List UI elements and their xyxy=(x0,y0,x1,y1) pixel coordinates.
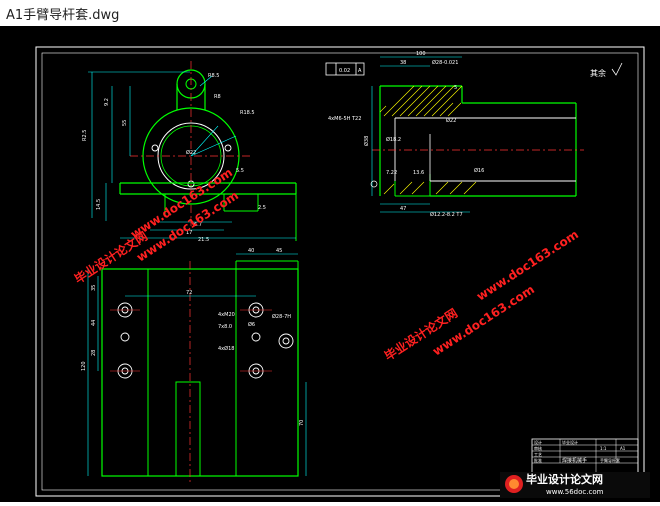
svg-text:Ø6: Ø6 xyxy=(248,321,255,328)
svg-text:47: 47 xyxy=(400,206,406,212)
svg-text:设计: 设计 xyxy=(534,439,542,445)
dwg-viewer-canvas[interactable]: R2.5 9.2 55 14.5 R8.5 R8 R18.5 Ø22 5.5 2… xyxy=(0,26,660,502)
svg-text:Ø22: Ø22 xyxy=(186,149,196,156)
svg-text:工艺: 工艺 xyxy=(534,452,542,457)
svg-text:A1: A1 xyxy=(620,446,626,451)
svg-text:70: 70 xyxy=(299,420,305,426)
svg-text:5: 5 xyxy=(454,85,457,91)
svg-text:Ø28-7H: Ø28-7H xyxy=(272,313,291,320)
svg-text:0.02: 0.02 xyxy=(339,68,350,74)
svg-text:44: 44 xyxy=(91,320,97,326)
svg-text:审核: 审核 xyxy=(534,445,542,451)
top-view: R2.5 9.2 55 14.5 R8.5 R8 R18.5 Ø22 5.5 2… xyxy=(82,61,297,243)
svg-text:72: 72 xyxy=(186,290,192,296)
svg-text:R18.5: R18.5 xyxy=(240,110,255,116)
svg-text:5.5: 5.5 xyxy=(236,168,244,174)
svg-text:7x8.0: 7x8.0 xyxy=(218,324,232,330)
front-view: 40 45 72 35 44 28 120 70 Ø28-7H 4xM20 7x… xyxy=(81,248,307,482)
svg-text:批准: 批准 xyxy=(534,457,542,463)
svg-text:4xM6-5H T22: 4xM6-5H T22 xyxy=(328,116,361,122)
svg-text:120: 120 xyxy=(81,361,87,371)
window-titlebar: A1手臂导杆套.dwg xyxy=(0,0,660,26)
svg-text:4xM20: 4xM20 xyxy=(218,312,235,318)
svg-text:21.5: 21.5 xyxy=(198,237,209,243)
svg-text:Ø22: Ø22 xyxy=(446,117,456,124)
svg-text:R2.5: R2.5 xyxy=(82,130,88,141)
svg-text:13.6: 13.6 xyxy=(413,170,424,176)
svg-text:Ø16: Ø16 xyxy=(474,167,484,174)
svg-text:28: 28 xyxy=(91,350,97,356)
svg-text:40: 40 xyxy=(248,248,254,254)
window-title: A1手臂导杆套.dwg xyxy=(6,8,120,23)
svg-text:R8.5: R8.5 xyxy=(208,73,219,79)
svg-text:14.5: 14.5 xyxy=(96,199,102,210)
svg-text:2.5: 2.5 xyxy=(258,205,266,211)
section-view: 0.02 A 100 38 Ø28-0.021 4xM6-5H T22 Ø18.… xyxy=(325,51,623,218)
surface-finish-icon xyxy=(611,62,623,76)
svg-text:毕业设计论文网: 毕业设计论文网 xyxy=(526,472,603,486)
svg-text:7.22: 7.22 xyxy=(386,170,397,176)
svg-text:35: 35 xyxy=(91,285,97,291)
svg-text:Ø18.2: Ø18.2 xyxy=(386,136,401,143)
svg-text:R8: R8 xyxy=(214,94,221,100)
svg-text:45: 45 xyxy=(276,248,282,254)
svg-text:9.2: 9.2 xyxy=(104,98,110,106)
svg-text:焊接机械手: 焊接机械手 xyxy=(562,457,587,464)
surface-finish-note: 其余 xyxy=(590,68,606,78)
brand-badge: 毕业设计论文网 www.56doc.com xyxy=(500,472,650,498)
svg-text:手臂导杆套: 手臂导杆套 xyxy=(600,457,620,463)
svg-text:38: 38 xyxy=(400,60,406,66)
drawing-border xyxy=(35,46,645,497)
svg-text:100: 100 xyxy=(416,51,426,57)
svg-text:Ø38: Ø38 xyxy=(363,136,370,146)
cad-drawing: R2.5 9.2 55 14.5 R8.5 R8 R18.5 Ø22 5.5 2… xyxy=(35,46,650,498)
svg-text:1:1: 1:1 xyxy=(600,446,607,451)
svg-text:毕业设计: 毕业设计 xyxy=(562,439,578,445)
svg-text:A: A xyxy=(358,68,362,74)
svg-text:www.56doc.com: www.56doc.com xyxy=(546,488,604,496)
svg-text:Ø12.2-8.2 T7: Ø12.2-8.2 T7 xyxy=(430,211,463,218)
svg-text:Ø28-0.021: Ø28-0.021 xyxy=(432,59,458,66)
svg-text:55: 55 xyxy=(122,120,128,126)
svg-text:4xØ18: 4xØ18 xyxy=(218,345,234,352)
